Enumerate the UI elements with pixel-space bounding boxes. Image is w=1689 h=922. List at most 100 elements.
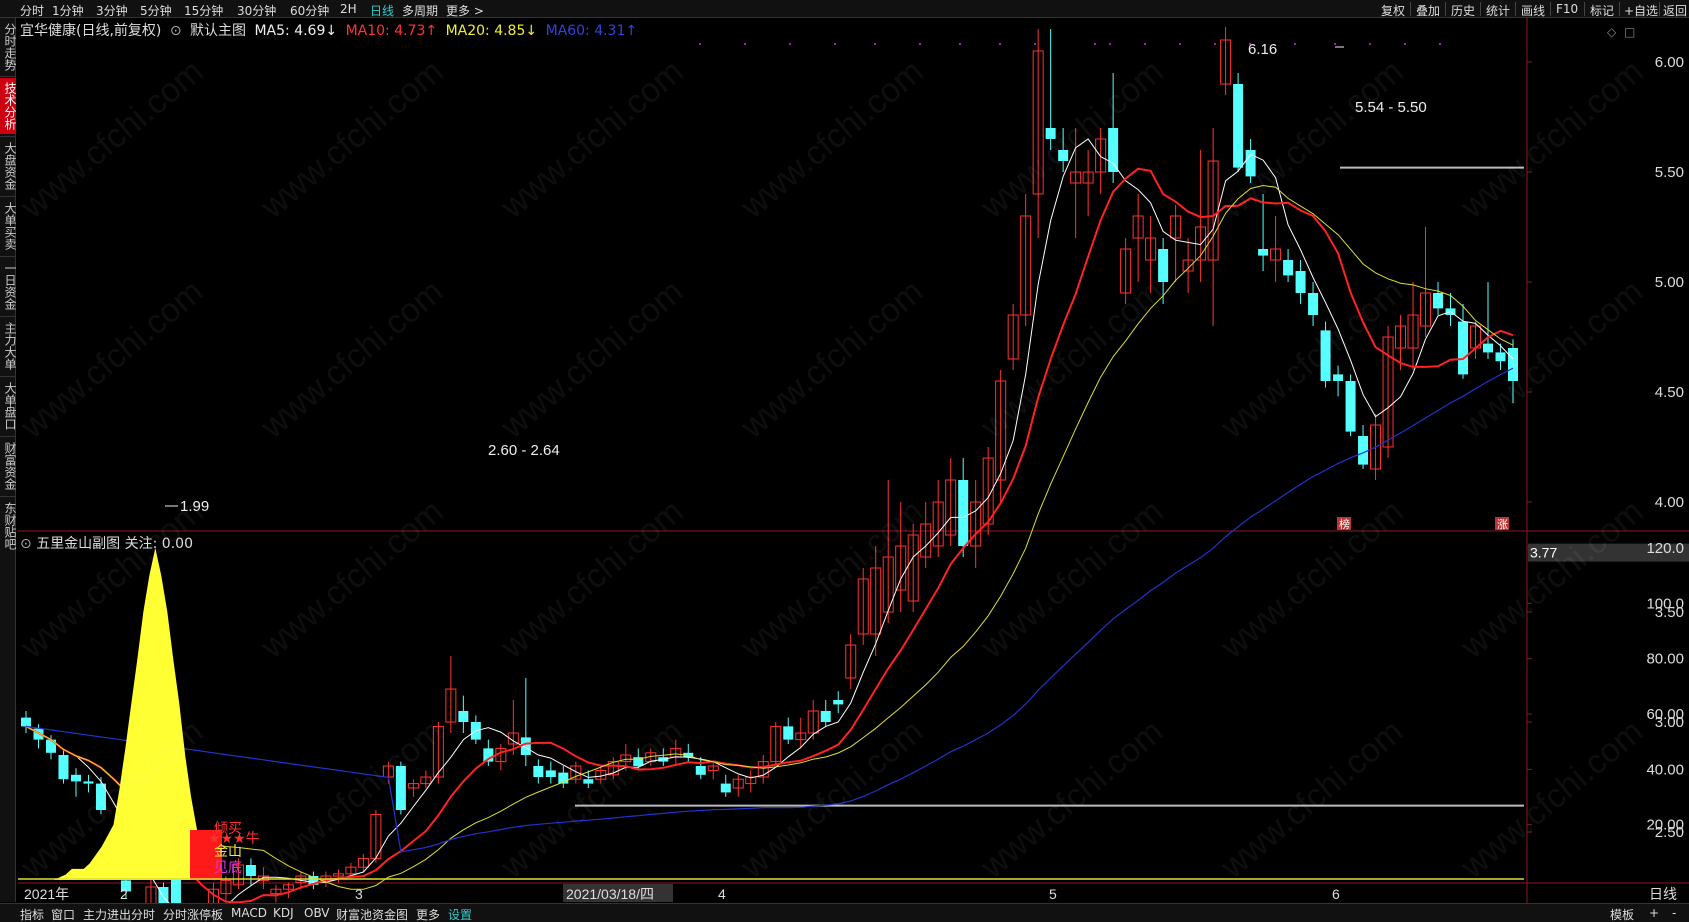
top-dot bbox=[874, 43, 876, 45]
tab-obv[interactable]: OBV bbox=[304, 906, 330, 920]
tab-main-flow-intraday[interactable]: 主力进出分时 bbox=[83, 906, 155, 922]
ma10-value: MA10: 4.73↑ bbox=[345, 23, 438, 39]
main-chart-label[interactable]: 默认主图 bbox=[190, 23, 246, 39]
ma20-value: MA20: 4.85↓ bbox=[445, 23, 538, 39]
top-dot bbox=[1214, 43, 1216, 45]
ma20-line bbox=[25, 184, 1514, 890]
top-dot bbox=[1034, 43, 1036, 45]
sub-y-tick-label: 40.00 bbox=[1646, 761, 1684, 778]
candle-body-down bbox=[58, 755, 69, 780]
candle-body-down bbox=[833, 700, 844, 705]
candle-body-down bbox=[1058, 150, 1069, 161]
top-dot bbox=[1369, 43, 1371, 45]
tab-settings[interactable]: 设置 bbox=[448, 906, 472, 922]
top-dot bbox=[744, 43, 746, 45]
y-tick-label: 4.00 bbox=[1655, 494, 1684, 511]
tab-wealth-pool[interactable]: 财富池资金图 bbox=[336, 906, 408, 922]
top-dot bbox=[1144, 43, 1146, 45]
candle-body-down bbox=[695, 766, 706, 775]
stock-chart[interactable]: 6.005.505.004.504.003.503.002.502.003.77… bbox=[0, 0, 1689, 922]
top-dot bbox=[1094, 43, 1096, 45]
x-axis-label: 4 bbox=[718, 886, 726, 902]
tab-limit-up-board[interactable]: 分时涨停板 bbox=[163, 906, 223, 922]
sub-y-tick-label: 80.00 bbox=[1646, 651, 1684, 668]
candle-body-down bbox=[245, 865, 256, 876]
annotation-low: 1.99 bbox=[180, 498, 209, 515]
candle-body-down bbox=[1458, 321, 1469, 375]
marker-zhang-label: 涨 bbox=[1497, 518, 1508, 531]
candle-body-down bbox=[545, 770, 556, 777]
candle-body-down bbox=[1283, 260, 1294, 276]
ma60-value: MA60: 4.31↑ bbox=[545, 23, 638, 39]
collapse-icon[interactable]: ⊙ bbox=[170, 23, 182, 39]
tab-macd[interactable]: MACD bbox=[231, 906, 267, 920]
tab-kdj[interactable]: KDJ bbox=[273, 906, 294, 920]
indicator-area bbox=[24, 548, 215, 880]
y-tick-label: 4.50 bbox=[1655, 384, 1684, 401]
candle-body-down bbox=[1258, 249, 1269, 256]
top-dot bbox=[1249, 43, 1251, 45]
candle-body-down bbox=[1483, 343, 1494, 353]
top-dot bbox=[919, 43, 921, 45]
last-price-label: 3.77 bbox=[1530, 545, 1557, 561]
signal-jinshan-label: 金山 bbox=[214, 844, 242, 860]
candle-body-down bbox=[1333, 374, 1344, 381]
candle-body-down bbox=[720, 783, 731, 793]
zoom-in-button[interactable]: + bbox=[1649, 906, 1659, 920]
candle-body-down bbox=[1158, 249, 1169, 282]
annotation-resistance: 5.54 - 5.50 bbox=[1355, 99, 1427, 116]
ma60-line bbox=[25, 367, 1514, 853]
x-axis-label: 6 bbox=[1332, 886, 1340, 902]
expand-icon: □ bbox=[1624, 25, 1635, 39]
annotation-high: 6.16 bbox=[1248, 41, 1277, 58]
template-button[interactable]: 模板 bbox=[1610, 906, 1634, 922]
y-tick-label: 5.00 bbox=[1655, 274, 1684, 291]
top-dot bbox=[959, 43, 961, 45]
candle-body-down bbox=[458, 711, 469, 722]
indicator-name[interactable]: 五里金山副图 bbox=[36, 536, 120, 552]
main-chart-legend: 宜华健康(日线,前复权) ⊙ 默认主图 MA5: 4.69↓ MA10: 4.7… bbox=[20, 20, 641, 39]
stock-title: 宜华健康(日线,前复权) bbox=[20, 23, 162, 39]
candle-body-down bbox=[1358, 436, 1369, 465]
ma5-value: MA5: 4.69↓ bbox=[254, 23, 338, 39]
candle-body-down bbox=[21, 717, 31, 727]
ma10-line bbox=[25, 167, 1514, 904]
annotation-support: 2.60 - 2.64 bbox=[488, 442, 560, 459]
period-label: 日线 bbox=[1649, 887, 1677, 903]
candle-body-down bbox=[83, 781, 94, 784]
candle-body-down bbox=[70, 774, 81, 782]
bottom-bar: 指标 窗口 主力进出分时 分时涨停板 MACD KDJ OBV 财富池资金图 更… bbox=[0, 903, 1689, 922]
tab-window[interactable]: 窗口 bbox=[51, 906, 75, 922]
zoom-out-button[interactable]: - bbox=[1672, 906, 1676, 920]
candle-body-down bbox=[1295, 271, 1306, 293]
candle-body-down bbox=[1108, 128, 1119, 172]
top-dot bbox=[1439, 43, 1441, 45]
tab-indicators[interactable]: 指标 bbox=[20, 906, 44, 922]
x-axis-label: 2 bbox=[120, 886, 128, 902]
candle-body-down bbox=[1233, 84, 1244, 168]
x-axis-label: 2021/03/18/四 bbox=[566, 886, 654, 902]
candle-body-down bbox=[820, 711, 831, 722]
collapse-icon[interactable]: ⊙ bbox=[20, 536, 32, 552]
candle-body-down bbox=[1320, 330, 1331, 381]
candle-body-down bbox=[1433, 293, 1444, 309]
y-tick-label: 6.00 bbox=[1655, 54, 1684, 71]
top-dot bbox=[1404, 43, 1406, 45]
candle-body-down bbox=[395, 766, 406, 810]
top-dot bbox=[1179, 43, 1181, 45]
indicator-focus-value: 关注: 0.00 bbox=[124, 536, 193, 552]
candle-body-down bbox=[1495, 352, 1506, 362]
candle-body-down bbox=[1308, 293, 1319, 315]
sub-y-tick-label: 60.00 bbox=[1646, 706, 1684, 723]
marker-bang-label: 榜 bbox=[1339, 517, 1350, 531]
x-axis-label: 5 bbox=[1049, 886, 1057, 902]
top-dot bbox=[999, 43, 1001, 45]
x-axis-label: 3 bbox=[355, 886, 363, 902]
sub-y-tick-label: 120.0 bbox=[1646, 540, 1684, 557]
signal-bottom-label: 见底 bbox=[214, 860, 242, 876]
tab-more[interactable]: 更多 bbox=[416, 906, 440, 922]
candle-body-down bbox=[958, 480, 969, 546]
candle-body-down bbox=[583, 779, 594, 784]
ma5-line bbox=[25, 138, 1514, 917]
y-tick-label: 5.50 bbox=[1655, 164, 1684, 181]
